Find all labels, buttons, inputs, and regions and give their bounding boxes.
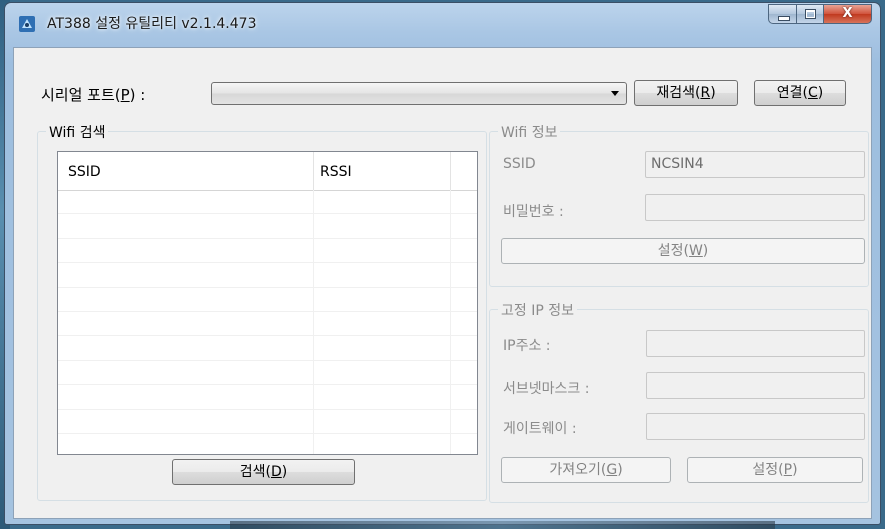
- wifi-list-rows: [58, 190, 477, 454]
- close-icon: X: [842, 6, 853, 21]
- list-item: [58, 190, 477, 215]
- gateway-label: 게이트웨이 :: [503, 421, 577, 437]
- rescan-button[interactable]: 재검색(R): [634, 80, 738, 106]
- list-item: [58, 288, 477, 312]
- list-item: [58, 312, 477, 337]
- ip-address-field[interactable]: [646, 330, 865, 357]
- list-item: [58, 214, 477, 239]
- window-title: AT388 설정 유틸리티 v2.1.4.473: [47, 16, 257, 32]
- ip-set-label: 설정(: [752, 462, 784, 478]
- fetch-label: 가져오기(: [549, 462, 607, 478]
- fetch-suffix: ): [617, 462, 623, 478]
- connect-suffix: ): [817, 85, 824, 101]
- ssid-field[interactable]: NCSIN4: [645, 151, 865, 178]
- connect-button[interactable]: 연결(C): [754, 80, 846, 106]
- ssid-label: SSID: [503, 156, 536, 172]
- maximize-icon: [805, 9, 816, 19]
- wifi-set-key: W: [688, 243, 703, 259]
- subnet-mask-label: 서브넷마스크 :: [503, 381, 590, 397]
- connect-key: C: [807, 85, 818, 101]
- wifi-list-header: SSID RSSI: [58, 152, 477, 191]
- window-shadow: [230, 521, 775, 529]
- rescan-label: 재검색(: [656, 85, 701, 101]
- list-item: [58, 434, 477, 454]
- wifi-set-button[interactable]: 설정(W): [501, 238, 865, 264]
- close-button[interactable]: X: [824, 4, 872, 24]
- serial-port-label-key: P: [120, 86, 130, 104]
- wifi-set-suffix: ): [702, 243, 709, 259]
- list-item: [58, 361, 477, 386]
- app-icon: [19, 16, 35, 32]
- gateway-field[interactable]: [646, 413, 865, 440]
- serial-port-label-text: 시리얼 포트(: [41, 86, 121, 104]
- password-label: 비밀번호 :: [503, 204, 564, 220]
- rescan-key: R: [700, 85, 711, 101]
- column-rssi[interactable]: RSSI: [320, 164, 352, 180]
- list-item: [58, 239, 477, 264]
- column-ssid[interactable]: SSID: [68, 164, 101, 180]
- ip-set-suffix: ): [792, 462, 798, 478]
- serial-port-select[interactable]: [211, 82, 627, 105]
- password-field[interactable]: [645, 194, 865, 221]
- ip-set-button[interactable]: 설정(P): [687, 457, 863, 483]
- connect-label: 연결(: [776, 85, 808, 101]
- caption-buttons: X: [768, 4, 872, 26]
- list-item: [58, 263, 477, 288]
- fetch-key: G: [606, 462, 618, 478]
- static-ip-group-title: 고정 IP 정보: [498, 300, 577, 320]
- minimize-button[interactable]: [768, 4, 797, 24]
- serial-port-label: 시리얼 포트(P) :: [41, 84, 145, 105]
- list-item: [58, 336, 477, 361]
- list-item: [58, 410, 477, 434]
- wifi-search-group-title: Wifi 검색: [46, 122, 109, 142]
- list-item: [58, 385, 477, 410]
- serial-port-label-suffix: ) :: [129, 86, 146, 104]
- search-label: 검색(: [239, 464, 271, 480]
- title-bar[interactable]: AT388 설정 유틸리티 v2.1.4.473 X: [5, 3, 880, 47]
- wifi-list[interactable]: SSID RSSI: [57, 151, 478, 455]
- fetch-button[interactable]: 가져오기(G): [501, 457, 671, 483]
- search-key: D: [270, 464, 282, 480]
- ip-set-key: P: [783, 462, 793, 478]
- search-button[interactable]: 검색(D): [172, 459, 355, 485]
- subnet-mask-field[interactable]: [646, 372, 865, 399]
- maximize-button[interactable]: [797, 4, 824, 24]
- app-window: AT388 설정 유틸리티 v2.1.4.473 X 시리얼 포트(P) : 재…: [4, 2, 881, 525]
- ip-address-label: IP주소 :: [503, 338, 551, 354]
- wifi-set-label: 설정(: [657, 243, 689, 259]
- client-area: 시리얼 포트(P) : 재검색(R) 연결(C) Wifi 검색 SSID RS…: [13, 47, 872, 519]
- chevron-down-icon[interactable]: [611, 91, 619, 96]
- column-divider[interactable]: [313, 152, 314, 190]
- column-divider[interactable]: [450, 152, 451, 190]
- rescan-suffix: ): [710, 85, 716, 101]
- search-suffix: ): [281, 464, 288, 480]
- wifi-info-group-title: Wifi 정보: [498, 122, 561, 142]
- minimize-icon: [778, 16, 790, 21]
